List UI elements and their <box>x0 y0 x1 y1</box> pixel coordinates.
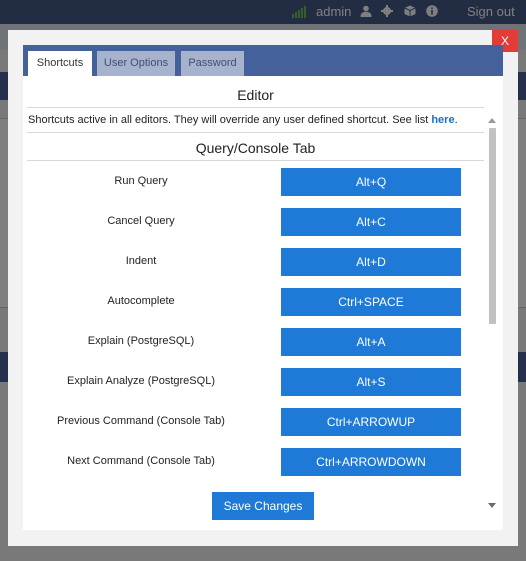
shortcut-label: Run Query <box>114 175 168 187</box>
tab-password[interactable]: Password <box>181 51 244 76</box>
info-text: Shortcuts active in all editors. They wi… <box>28 114 432 126</box>
shortcut-label: Previous Command (Console Tab) <box>57 415 225 427</box>
shortcut-row: Explain Analyze (PostgreSQL) Alt+S <box>27 361 484 401</box>
shortcut-key-button[interactable]: Alt+Q <box>281 168 461 196</box>
shortcut-key-button[interactable]: Alt+A <box>281 328 461 356</box>
shortcut-label: Next Command (Console Tab) <box>67 455 215 467</box>
query-console-section-title: Query/Console Tab <box>27 133 484 161</box>
shortcut-key-button[interactable]: Ctrl+SPACE <box>281 288 461 316</box>
shortcut-label: Explain (PostgreSQL) <box>87 335 195 347</box>
shortcuts-scroll-area[interactable]: Editor Shortcuts active in all editors. … <box>27 82 484 480</box>
shortcut-label: Indent <box>125 255 157 267</box>
shortcut-label: Cancel Query <box>107 215 175 227</box>
tab-user-options[interactable]: User Options <box>97 51 175 76</box>
scrollbar[interactable] <box>486 114 498 512</box>
scroll-down-icon[interactable] <box>488 503 496 508</box>
settings-modal: X Shortcuts User Options Password Editor… <box>8 30 518 546</box>
editor-section-title: Editor <box>27 82 484 108</box>
shortcut-row: Autocomplete Ctrl+SPACE <box>27 281 484 321</box>
shortcut-row: Indent Alt+D <box>27 241 484 281</box>
shortcuts-panel: Editor Shortcuts active in all editors. … <box>23 76 503 530</box>
scrollbar-thumb[interactable] <box>489 128 496 324</box>
shortcut-row: Previous Command (Console Tab) Ctrl+ARROW… <box>27 401 484 441</box>
shortcut-list: Run Query Alt+Q Cancel Query Alt+C Indent Alt… <box>27 161 484 480</box>
here-link[interactable]: here <box>431 114 454 126</box>
shortcut-key-button[interactable]: Alt+C <box>281 208 461 236</box>
shortcut-label: Explain Analyze (PostgreSQL) <box>67 375 215 387</box>
shortcut-key-button[interactable]: Alt+D <box>281 248 461 276</box>
shortcut-row: Explain (PostgreSQL) Alt+A <box>27 321 484 361</box>
shortcut-key-button[interactable]: Alt+S <box>281 368 461 396</box>
shortcut-key-button[interactable]: Ctrl+ARROWUP <box>281 408 461 436</box>
tab-shortcuts[interactable]: Shortcuts <box>28 51 92 76</box>
save-changes-button[interactable]: Save Changes <box>212 492 314 520</box>
modal-tab-bar: Shortcuts User Options Password <box>23 45 503 76</box>
shortcut-key-button[interactable]: Ctrl+ARROWDOWN <box>281 448 461 476</box>
shortcut-row: Next Command (Console Tab) Ctrl+ARROWDOWN <box>27 441 484 480</box>
shortcut-label: Autocomplete <box>107 295 175 307</box>
shortcut-row: Cancel Query Alt+C <box>27 201 484 241</box>
scroll-up-icon[interactable] <box>488 118 496 123</box>
shortcuts-info: Shortcuts active in all editors. They wi… <box>27 108 484 133</box>
shortcut-row: Run Query Alt+Q <box>27 161 484 201</box>
info-suffix: . <box>454 114 458 126</box>
